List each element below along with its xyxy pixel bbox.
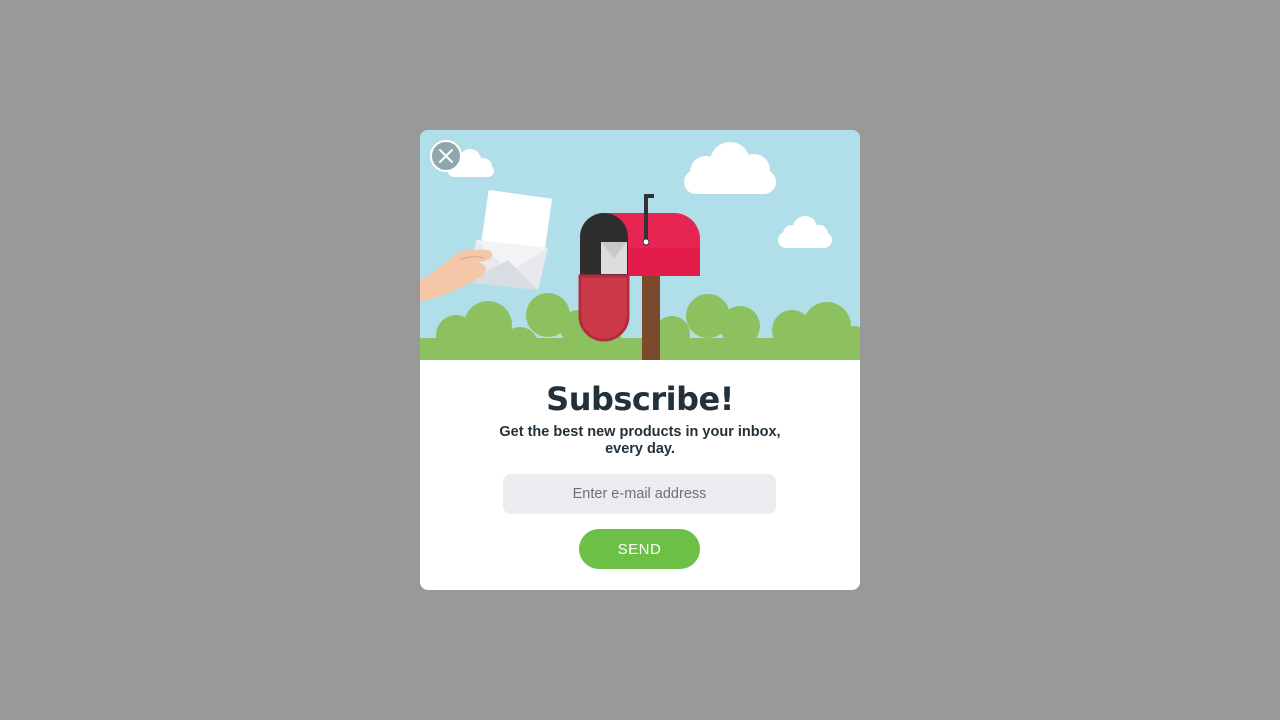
mailbox-post bbox=[642, 274, 660, 360]
email-input[interactable] bbox=[503, 474, 776, 514]
send-button[interactable]: SEND bbox=[579, 529, 700, 569]
close-icon bbox=[439, 149, 453, 163]
mailbox-door bbox=[578, 274, 630, 342]
modal-title: Subscribe! bbox=[546, 380, 734, 418]
mailbox-illustration bbox=[420, 130, 860, 360]
modal-subtitle: Get the best new products in your inbox,… bbox=[499, 424, 781, 457]
mailbox-flag bbox=[644, 194, 648, 244]
close-button[interactable] bbox=[430, 140, 462, 172]
subscribe-modal: Subscribe! Get the best new products in … bbox=[420, 130, 860, 590]
